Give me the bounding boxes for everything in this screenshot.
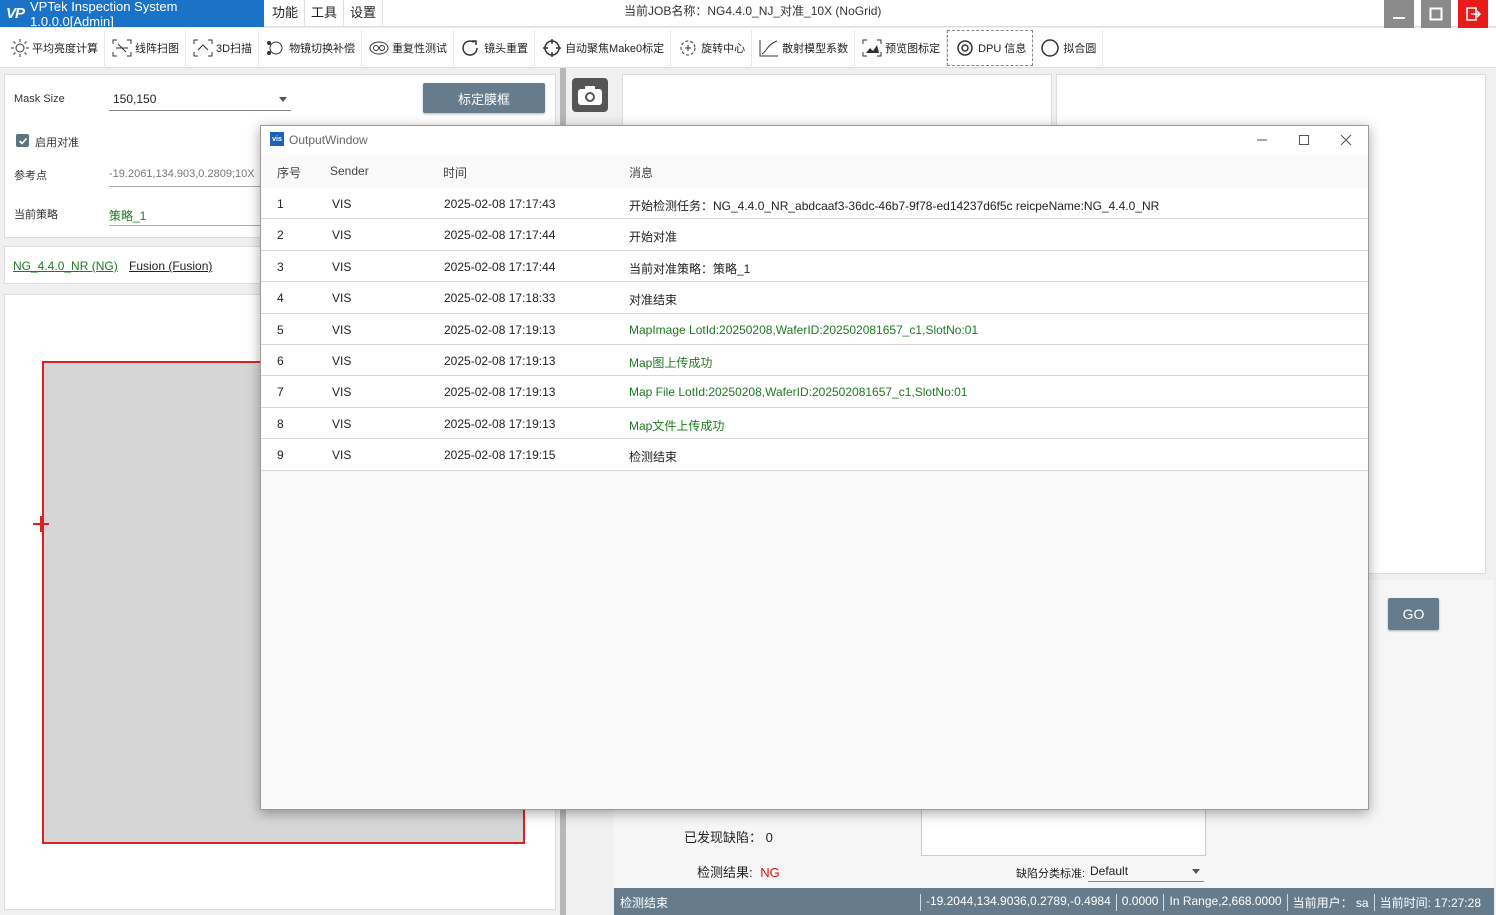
- menu-settings[interactable]: 设置: [344, 0, 384, 27]
- tool-scatter-model[interactable]: 散射模型系数: [752, 29, 856, 66]
- check-icon: [18, 137, 27, 145]
- col-index[interactable]: 序号: [277, 164, 301, 181]
- status-bar: 检测结束 -19.2044,134.9036,0.2789,-0.4984 0.…: [614, 888, 1494, 915]
- calibrate-frame-button[interactable]: 标定膜框: [423, 83, 545, 113]
- ow-maximize-button[interactable]: [1292, 130, 1316, 150]
- fusion-link[interactable]: Fusion (Fusion): [129, 259, 212, 273]
- tool-preview-calib[interactable]: 预览图标定: [855, 29, 948, 66]
- scatter-model-icon: [759, 39, 779, 56]
- result-label: 检测结果:: [697, 865, 757, 880]
- maximize-button[interactable]: [1421, 0, 1451, 28]
- table-row[interactable]: 5 VIS 2025-02-08 17:19:13 MapImage LotId…: [261, 313, 1368, 345]
- minimize-button[interactable]: [1384, 0, 1414, 28]
- table-row[interactable]: 3 VIS 2025-02-08 17:17:44 当前对准策略：策略_1: [261, 250, 1368, 283]
- tool-brightness[interactable]: 平均亮度计算: [4, 29, 105, 66]
- col-time[interactable]: 时间: [443, 164, 467, 181]
- output-window: vis OutputWindow 序号 Sender 时间 消息 1 VIS 2…: [260, 125, 1369, 810]
- status-range: In Range,2,668.0000: [1163, 894, 1286, 911]
- ow-close-button[interactable]: [1334, 130, 1358, 150]
- table-row[interactable]: 4 VIS 2025-02-08 17:18:33 对准结束: [261, 282, 1368, 314]
- log-table-body: 1 VIS 2025-02-08 17:17:43 开始检测任务：NG_4.4.…: [261, 188, 1368, 471]
- crosshair-v: [40, 516, 42, 532]
- output-window-title: OutputWindow: [289, 133, 368, 147]
- repeat-test-icon: [369, 41, 389, 54]
- col-sender[interactable]: Sender: [330, 164, 369, 178]
- status-user: 当前用户： sa: [1286, 894, 1374, 911]
- classify-combo[interactable]: Default: [1088, 860, 1204, 882]
- tool-repeat-test[interactable]: 重复性测试: [362, 29, 455, 66]
- app-title: VPTek Inspection System 1.0.0.0[Admin]: [30, 0, 178, 29]
- table-row[interactable]: 6 VIS 2025-02-08 17:19:13 Map图上传成功: [261, 344, 1368, 377]
- title-bar: VP VPTek Inspection System 1.0.0.0[Admin…: [0, 0, 1496, 29]
- tool-fit-circle[interactable]: 拟合圆: [1033, 29, 1104, 66]
- tool-dpu-info[interactable]: DPU 信息: [947, 29, 1034, 66]
- preview-calib-icon: [862, 39, 882, 56]
- brightness-icon: [11, 38, 29, 57]
- vis-app-icon: vis: [270, 132, 284, 146]
- menu-function[interactable]: 功能: [266, 0, 306, 27]
- status-value: 0.0000: [1115, 894, 1164, 911]
- maximize-icon: [1299, 135, 1309, 145]
- enable-align-checkbox[interactable]: [16, 134, 29, 147]
- defect-list-box: [921, 806, 1206, 856]
- job-title: 当前JOB名称：NG4.4.0_NJ_对准_10X (NoGrid): [624, 4, 882, 18]
- menu-tools[interactable]: 工具: [305, 0, 345, 27]
- close-icon: [1340, 134, 1352, 146]
- found-defects-count: 已发现缺陷： 0: [684, 830, 773, 845]
- inspection-result: 检测结果: NG: [697, 862, 780, 881]
- camera-icon: [578, 86, 602, 105]
- ow-minimize-button[interactable]: [1250, 130, 1274, 150]
- toolbar: 平均亮度计算 线阵扫图 3D扫描 物镜切换补偿 重复性测试 镜头重置 自动聚焦M…: [0, 28, 1496, 68]
- go-button[interactable]: GO: [1388, 598, 1439, 630]
- status-coords: -19.2044,134.9036,0.2789,-0.4984: [919, 894, 1116, 911]
- lens-reset-icon: [462, 39, 478, 56]
- mask-size-combo[interactable]: 150,150: [109, 89, 291, 111]
- tool-3d-scan[interactable]: 3D扫描: [186, 29, 260, 66]
- lens-switch-icon: [267, 40, 283, 55]
- scan-3d-icon: [193, 39, 213, 56]
- ref-point-label: 参考点: [14, 170, 47, 182]
- status-time: 当前时间: 17:27:28: [1373, 894, 1486, 911]
- camera-button[interactable]: [572, 78, 608, 112]
- log-table-header: 序号 Sender 时间 消息: [261, 154, 1368, 188]
- status-message: 检测结束: [620, 896, 669, 910]
- autofocus-icon: [543, 38, 562, 57]
- mask-size-label: Mask Size: [14, 93, 65, 105]
- exit-icon: [1466, 7, 1481, 21]
- app-logo: VP: [6, 5, 25, 22]
- table-row[interactable]: 9 VIS 2025-02-08 17:19:15 检测结束: [261, 439, 1368, 471]
- tool-lens-reset[interactable]: 镜头重置: [454, 29, 536, 66]
- status-fields: -19.2044,134.9036,0.2789,-0.4984 0.0000 …: [919, 894, 1486, 911]
- tool-line-scan[interactable]: 线阵扫图: [105, 29, 186, 66]
- recipe-link[interactable]: NG_4.4.0_NR (NG): [13, 259, 118, 273]
- classify-label: 缺陷分类标准:: [1016, 868, 1086, 880]
- col-message[interactable]: 消息: [629, 164, 653, 181]
- ref-point-field[interactable]: -19.2061,134.903,0.2809;10X: [109, 165, 269, 187]
- minimize-icon: [1257, 139, 1267, 141]
- chevron-down-icon: [1192, 869, 1200, 874]
- output-window-titlebar[interactable]: vis OutputWindow: [261, 126, 1368, 154]
- strategy-field[interactable]: 策略_1: [109, 204, 269, 226]
- tool-autofocus[interactable]: 自动聚焦Make0标定: [535, 29, 672, 66]
- line-scan-icon: [112, 39, 132, 56]
- enable-align-label: 启用对准: [35, 137, 79, 149]
- minimize-icon: [1393, 17, 1405, 19]
- strategy-label: 当前策略: [14, 209, 58, 221]
- table-row[interactable]: 2 VIS 2025-02-08 17:17:44 开始对准: [261, 219, 1368, 251]
- dpu-info-icon: [957, 39, 973, 56]
- image-view-1: [622, 74, 1052, 130]
- table-row[interactable]: 7 VIS 2025-02-08 17:19:13 Map File LotId…: [261, 376, 1368, 408]
- menu-bar: 功能 工具 设置: [266, 0, 384, 27]
- chevron-down-icon: [279, 97, 287, 102]
- tool-lens-switch[interactable]: 物镜切换补偿: [259, 29, 363, 66]
- tool-rotation-center[interactable]: 旋转中心: [671, 29, 753, 66]
- exit-button[interactable]: [1458, 0, 1488, 28]
- table-row[interactable]: 1 VIS 2025-02-08 17:17:43 开始检测任务：NG_4.4.…: [261, 188, 1368, 220]
- fit-circle-icon: [1041, 38, 1060, 57]
- result-value: NG: [760, 865, 780, 880]
- maximize-icon: [1429, 7, 1443, 21]
- table-row[interactable]: 8 VIS 2025-02-08 17:19:13 Map文件上传成功: [261, 407, 1368, 440]
- app-badge: VP VPTek Inspection System 1.0.0.0[Admin…: [0, 0, 264, 29]
- rotation-center-icon: [680, 40, 696, 55]
